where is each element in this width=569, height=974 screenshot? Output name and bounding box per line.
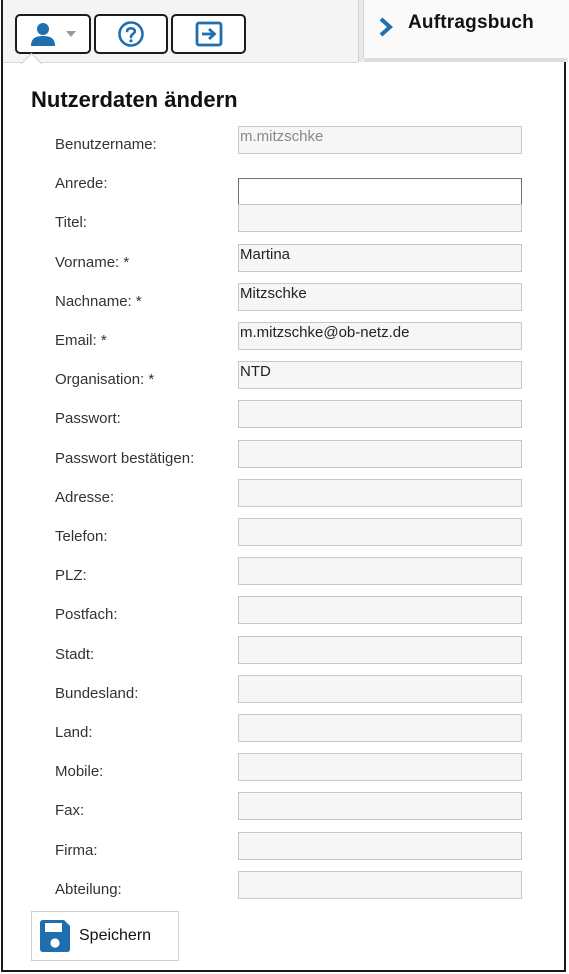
- field-input-land[interactable]: [238, 714, 522, 742]
- field-label-abteilung: Abteilung:: [55, 881, 122, 898]
- field-label-benutzername: Benutzername:: [55, 136, 157, 153]
- field-label-passwort: Passwort:: [55, 410, 121, 427]
- field-input-nachname[interactable]: [238, 283, 522, 311]
- field-input-abteilung[interactable]: [238, 871, 522, 899]
- field-label-titel: Titel:: [55, 214, 87, 231]
- field-label-plz: PLZ:: [55, 567, 87, 584]
- user-icon: [30, 21, 56, 47]
- toolbar: [3, 0, 358, 62]
- field-label-firma: Firma:: [55, 842, 98, 859]
- field-input-passwort[interactable]: [238, 400, 522, 428]
- logout-icon: [195, 21, 223, 47]
- help-circle-icon: [117, 20, 145, 48]
- field-input-mobile[interactable]: [238, 753, 522, 781]
- field-label-mobile: Mobile:: [55, 763, 104, 780]
- logout-button[interactable]: [171, 14, 246, 54]
- field-label-postfach: Postfach:: [55, 606, 118, 623]
- floppy-disk-icon: [39, 919, 71, 953]
- field-label-email: Email: *: [55, 332, 107, 349]
- field-label-land: Land:: [55, 724, 93, 741]
- help-button[interactable]: [94, 14, 168, 54]
- field-input-firma[interactable]: [238, 832, 522, 860]
- save-button-label: Speichern: [79, 927, 152, 944]
- field-input-titel[interactable]: [238, 204, 522, 232]
- tab-bar: Auftragsbuch: [358, 0, 569, 62]
- page-title: Nutzerdaten ändern: [31, 87, 238, 112]
- field-label-organisation: Organisation: *: [55, 371, 155, 388]
- field-input-passwort_bestaetigen[interactable]: [238, 440, 522, 468]
- field-input-bundesland[interactable]: [238, 675, 522, 703]
- user-menu-button[interactable]: [15, 14, 91, 54]
- field-input-benutzername[interactable]: [238, 126, 522, 154]
- field-label-nachname: Nachname: *: [55, 293, 142, 310]
- toolbar-divider: [3, 62, 358, 63]
- field-label-vorname: Vorname: *: [55, 254, 130, 271]
- field-input-telefon[interactable]: [238, 518, 522, 546]
- field-input-plz[interactable]: [238, 557, 522, 585]
- field-input-fax[interactable]: [238, 792, 522, 820]
- field-input-stadt[interactable]: [238, 636, 522, 664]
- field-input-postfach[interactable]: [238, 596, 522, 624]
- field-label-bundesland: Bundesland:: [55, 685, 139, 702]
- field-label-stadt: Stadt:: [55, 646, 95, 663]
- field-label-anrede: Anrede:: [55, 175, 108, 192]
- field-input-anrede[interactable]: [238, 178, 522, 206]
- chevron-down-icon: [66, 31, 76, 37]
- chevron-right-icon: [378, 17, 394, 37]
- tab-label: Auftragsbuch: [408, 12, 534, 33]
- field-input-vorname[interactable]: [238, 244, 522, 272]
- field-label-fax: Fax:: [55, 802, 85, 819]
- tab-scroll-strip: [365, 58, 565, 62]
- field-input-organisation[interactable]: [238, 361, 522, 389]
- field-label-telefon: Telefon:: [55, 528, 108, 545]
- field-input-email[interactable]: [238, 322, 522, 350]
- field-input-adresse[interactable]: [238, 479, 522, 507]
- field-label-passwort_bestaetigen: Passwort bestätigen:: [55, 450, 195, 467]
- field-label-adresse: Adresse:: [55, 489, 115, 506]
- save-button[interactable]: Speichern: [31, 911, 179, 961]
- tab-auftragsbuch[interactable]: Auftragsbuch: [363, 0, 569, 58]
